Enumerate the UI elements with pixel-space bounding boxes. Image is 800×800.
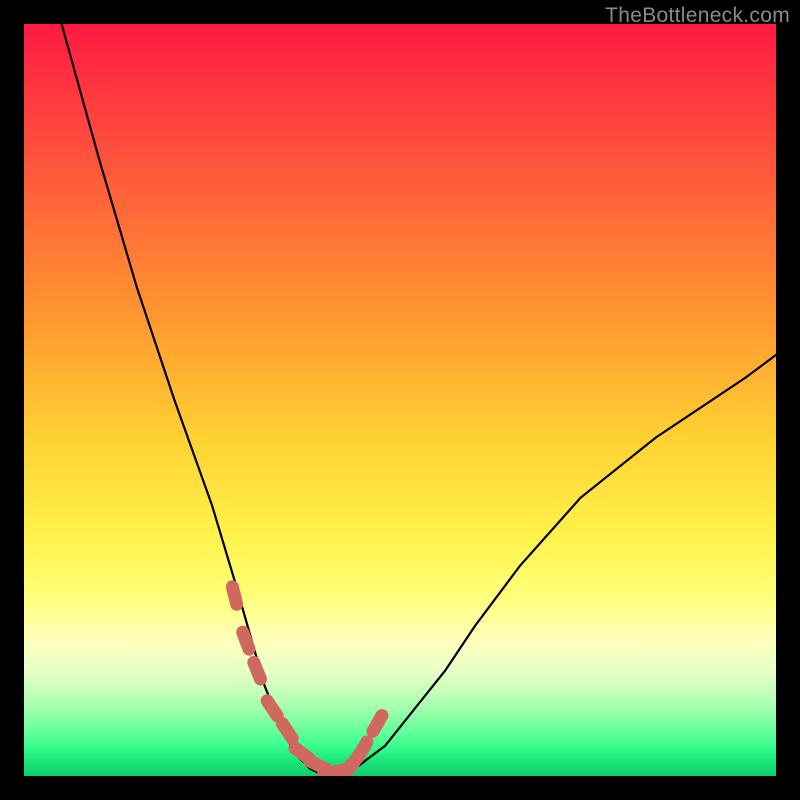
- gradient-plot-area: [24, 24, 776, 776]
- watermark-text: TheBottleneck.com: [605, 4, 790, 28]
